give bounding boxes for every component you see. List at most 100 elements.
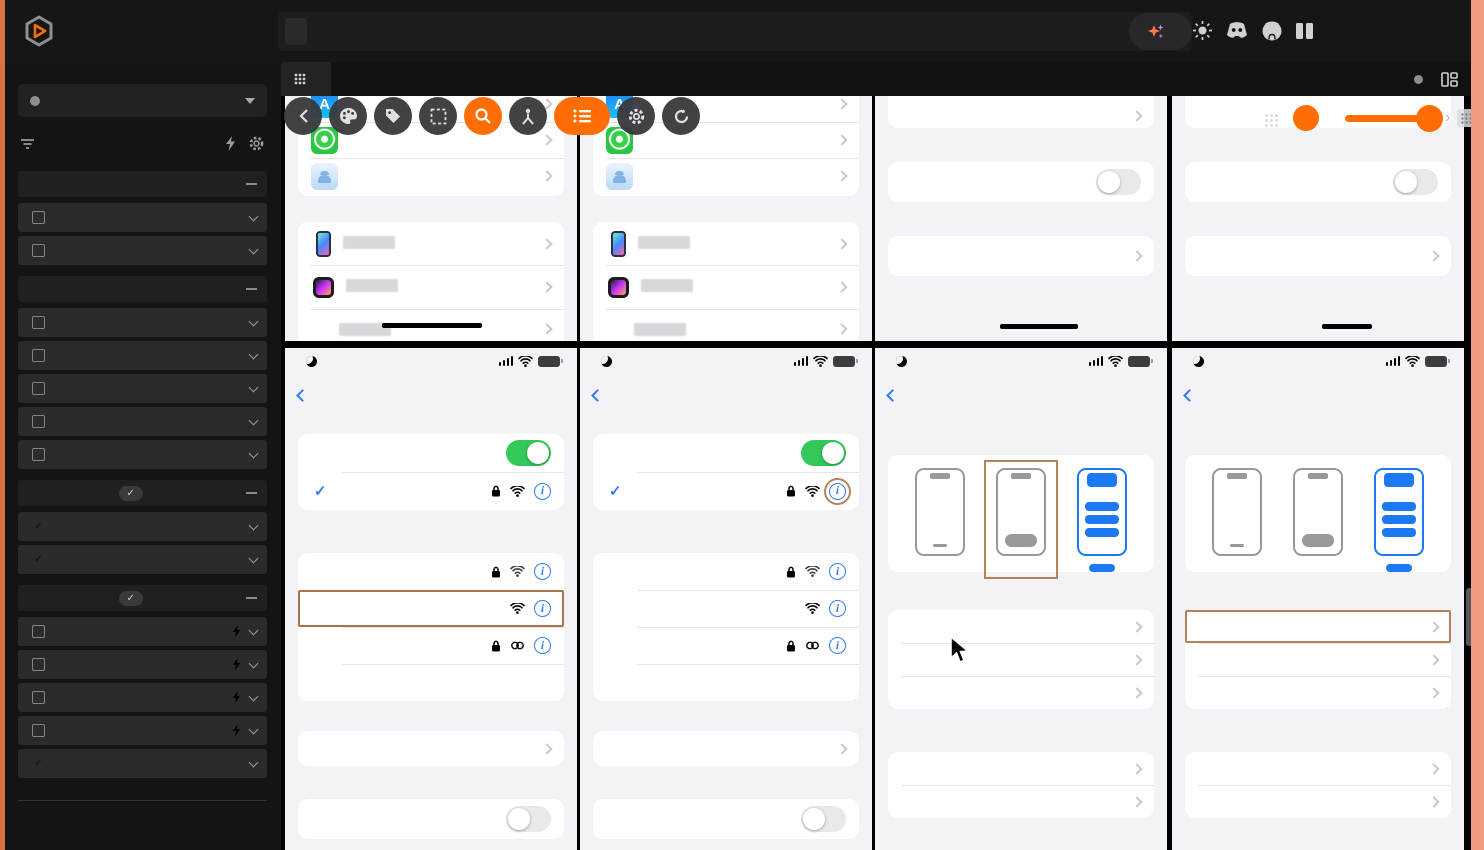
sidebar [5,62,281,850]
sample-image-wlan-tail-1[interactable] [875,96,1167,341]
sample-column: ✓ [285,96,577,850]
sidebar-field-filepath[interactable] [18,650,267,679]
back-button [886,388,902,402]
collapse-icon[interactable] [245,492,257,494]
display-option-stack [1293,468,1343,572]
field-checkbox[interactable] [32,244,45,257]
explore-enterprise-button[interactable] [1129,13,1192,50]
hotspot-icon [510,640,525,651]
theme-toggle-icon[interactable] [1192,20,1213,41]
sidebar-field-data-source[interactable] [18,512,267,541]
saved-view-selector[interactable] [18,84,267,117]
patches-button[interactable] [419,97,457,135]
sidebar-field-created-at[interactable] [18,683,267,712]
field-checkbox[interactable] [32,382,45,395]
sidebar-field-last-modified-at[interactable] [18,716,267,745]
section-labels[interactable] [18,480,267,506]
detection-box [1000,324,1078,329]
sidebar-field-sample-tags[interactable] [18,203,267,232]
sample-image-notifications-2[interactable] [1172,348,1464,850]
back-button[interactable] [284,97,322,135]
sample-image-wlan-tail-2[interactable] [1172,96,1464,341]
collapse-icon[interactable] [245,597,257,599]
color-settings-button[interactable] [329,97,367,135]
chevron-right-icon [541,237,553,250]
chevron-down-icon[interactable] [248,244,259,254]
sample-image-wlan-1[interactable]: ✓ [285,348,577,850]
sidebar-field-size-bytes[interactable] [18,308,267,337]
field-visibility-button[interactable] [554,97,610,135]
field-checkbox[interactable] [32,658,45,671]
chevron-down-icon[interactable] [248,448,259,458]
settings-button[interactable] [617,97,655,135]
field-checkbox[interactable] [32,448,45,461]
grid-zoom-slider[interactable] [1345,105,1443,132]
sidebar-field-action-detection[interactable] [18,545,267,574]
detection-box [382,323,482,328]
section-metadata[interactable] [18,276,267,302]
field-checkbox[interactable] [32,691,45,704]
chevron-down-icon[interactable] [248,658,259,668]
view-stage-bar[interactable]: × ? [278,12,1192,51]
grid-action-bar [284,97,700,135]
sidebar-field-width[interactable] [18,374,267,403]
field-color-strip [18,374,22,403]
wapi-toggle [1393,169,1438,195]
chevron-down-icon[interactable] [248,691,259,701]
field-checkbox[interactable] [32,724,45,737]
tag-samples-button[interactable] [374,97,412,135]
sample-image-notifications-1[interactable] [875,348,1167,850]
sidebar-field-label-tags[interactable] [18,236,267,265]
zoom-slider-min-handle[interactable] [1293,105,1319,131]
chevron-right-icon [1131,653,1143,666]
chevron-down-icon[interactable] [248,724,259,734]
gear-icon[interactable] [248,135,265,152]
list-phone-glyph [1374,468,1424,556]
tab-samples[interactable] [281,62,331,96]
chevron-down-icon[interactable] [248,382,259,392]
stack-phone-glyph [996,468,1046,556]
collapse-icon[interactable] [246,288,257,290]
chevron-down-icon[interactable] [248,316,259,326]
section-tags[interactable] [18,171,267,197]
collapse-icon[interactable] [246,183,257,185]
discord-icon[interactable] [1225,21,1249,41]
docs-icon[interactable] [1295,22,1314,40]
wifi-icon [805,603,820,614]
field-checkbox[interactable] [32,415,45,428]
group-split-button[interactable] [509,97,547,135]
fiftyone-logo-icon[interactable] [22,14,56,48]
field-checkbox[interactable] [32,349,45,362]
similarity-search-button[interactable] [464,97,502,135]
sidebar-field-id[interactable] [18,617,267,646]
info-icon [829,637,846,654]
lock-icon [786,640,796,652]
chevron-down-icon[interactable] [248,415,259,425]
layout-icon[interactable] [1441,71,1458,87]
sidebar-divider [18,800,267,801]
field-checkbox[interactable] [32,553,45,566]
chevron-down-icon[interactable] [248,211,259,221]
chevron-down-icon[interactable] [248,349,259,359]
field-checkbox[interactable] [32,316,45,329]
github-icon[interactable] [1261,20,1283,41]
lightning-icon[interactable] [225,136,236,151]
field-checkbox[interactable] [32,625,45,638]
chevron-down-icon[interactable] [248,553,259,563]
chevron-down-icon[interactable] [248,625,259,635]
field-checkbox[interactable] [32,757,45,770]
sidebar-field-height[interactable] [18,407,267,436]
sidebar-field-num-channels[interactable] [18,440,267,469]
sidebar-field-instruction[interactable] [18,749,267,778]
field-checkbox[interactable] [32,520,45,533]
ios-nav-bar [580,384,872,406]
refresh-button[interactable] [662,97,700,135]
add-stage-button[interactable] [285,18,307,45]
drag-handle-icon[interactable] [1264,113,1279,128]
sidebar-field-mime-type[interactable] [18,341,267,370]
section-primitives[interactable] [18,585,267,611]
sample-image-wlan-2[interactable]: ✓ [580,348,872,850]
chevron-down-icon[interactable] [248,520,259,530]
field-checkbox[interactable] [32,211,45,224]
chevron-down-icon[interactable] [248,757,259,767]
